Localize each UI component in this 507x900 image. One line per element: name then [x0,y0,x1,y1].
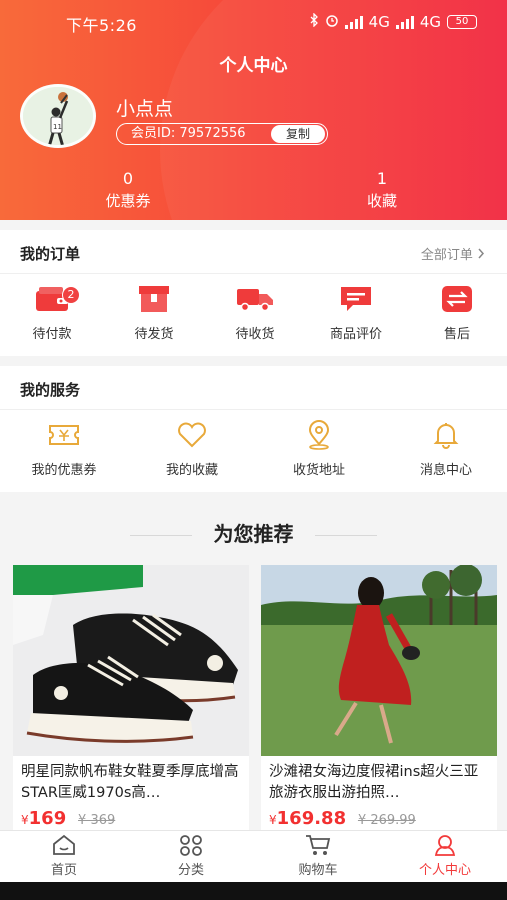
product-old-price: ¥ 369 [78,813,116,828]
package-icon [138,285,170,317]
location-icon [306,420,332,454]
product-image-sneakers[interactable] [13,565,249,756]
service-item-label: 消息中心 [419,463,472,478]
services-section: 我的服务 我的优惠券 我的收藏 收货地址 消息中心 [0,366,507,492]
product-card[interactable]: 明星同款帆布鞋女鞋夏季厚底增高STAR匡威1970s高… ¥169 ¥ 369 [13,565,249,835]
coupon-count: 0 [122,169,134,188]
favorites-label: 收藏 [366,192,397,210]
avatar[interactable]: 11 [20,84,96,148]
battery-icon: 50 [447,15,477,29]
coupon-label: 优惠券 [105,192,151,210]
product-price: 169.88 [276,808,347,829]
tab-label: 购物车 [298,863,338,878]
comment-icon [339,285,373,317]
order-pending-receipt[interactable]: 待收货 [205,284,305,342]
bluetooth-icon [310,12,319,31]
status-icons: 4G 4G 50 [310,12,477,31]
signal-icon [344,15,363,29]
product-old-price: ¥ 269.99 [357,813,416,828]
profile-icon [433,834,457,860]
profile-page: 下午5:26 4G 4G 50 个人中心 11 小点点 会员ID: 795725… [0,0,507,900]
pending-payment-badge: 2 [62,286,80,304]
product-image-dress[interactable] [261,565,497,756]
username: 小点点 [116,98,174,120]
product-card[interactable]: 沙滩裙女海边度假裙ins超火三亚旅游衣服出游拍照… ¥169.88 ¥ 269.… [261,565,497,835]
service-messages[interactable]: 消息中心 [396,420,496,478]
category-icon [179,834,203,860]
order-pending-shipment[interactable]: 待发货 [104,284,204,342]
exchange-icon [441,285,473,317]
status-bar: 下午5:26 4G 4G 50 [0,10,507,38]
price-currency: ¥ [21,813,29,827]
order-status-row: 2 待付款 待发货 待收货 商品评价 售后 [0,274,507,354]
network-label-1: 4G [368,13,390,31]
favorites-stat[interactable]: 1 收藏 [312,170,452,211]
home-icon [52,834,76,860]
service-item-label: 我的优惠券 [31,463,97,478]
order-item-label: 售后 [443,327,470,342]
order-after-sales[interactable]: 售后 [407,284,507,342]
page-title: 个人中心 [219,56,288,76]
tab-label: 分类 [177,863,204,878]
bell-icon [433,421,459,453]
order-pending-payment[interactable]: 2 待付款 [2,284,102,342]
member-id: 会员ID: 79572556 [131,126,246,141]
heart-icon [177,422,207,452]
cart-icon [305,834,331,860]
orders-title: 我的订单 [20,245,81,263]
tab-label: 个人中心 [418,863,471,878]
member-id-pill: 会员ID: 79572556 复制 [116,123,328,145]
tab-profile[interactable]: 个人中心 [395,835,495,878]
order-item-label: 待收货 [235,327,275,342]
chevron-right-icon [477,248,485,263]
tab-category[interactable]: 分类 [141,835,241,878]
network-label-2: 4G [419,13,441,31]
order-review[interactable]: 商品评价 [306,284,406,342]
service-item-label: 收货地址 [292,463,345,478]
service-address[interactable]: 收货地址 [269,420,369,478]
tab-cart[interactable]: 购物车 [268,835,368,878]
coupon-stat[interactable]: 0 优惠券 [58,170,198,211]
services-title: 我的服务 [20,381,81,399]
price-currency: ¥ [269,813,277,827]
order-item-label: 待付款 [32,327,72,342]
signal-icon-2 [395,15,414,29]
service-coupons[interactable]: 我的优惠券 [14,420,114,478]
divider-right [315,535,377,536]
alarm-icon [325,13,339,31]
product-name: 明星同款帆布鞋女鞋夏季厚底增高STAR匡威1970s高… [21,764,239,801]
orders-header: 我的订单 全部订单 [0,230,507,274]
all-orders-link[interactable]: 全部订单 [421,244,485,263]
recommend-title: 为您推荐 [213,522,294,546]
truck-icon [236,286,274,316]
product-price: 169 [28,808,67,829]
service-favorites[interactable]: 我的收藏 [142,420,242,478]
product-name: 沙滩裙女海边度假裙ins超火三亚旅游衣服出游拍照… [269,764,479,801]
system-nav-bar [0,882,507,900]
tab-label: 首页 [50,863,77,878]
favorites-count: 1 [376,169,388,188]
svg-text:11: 11 [53,123,62,131]
order-item-label: 待发货 [134,327,174,342]
bottom-tab-bar: 首页 分类 购物车 个人中心 [0,830,507,882]
services-header: 我的服务 [0,366,507,410]
service-item-label: 我的收藏 [165,463,218,478]
services-row: 我的优惠券 我的收藏 收货地址 消息中心 [0,410,507,490]
product-price-row: ¥169 ¥ 369 [13,804,249,833]
coupon-icon [48,424,80,450]
orders-section: 我的订单 全部订单 2 待付款 待发货 待收货 商品评价 售后 [0,230,507,356]
status-time: 下午5:26 [66,16,137,35]
order-item-label: 商品评价 [329,327,382,342]
copy-button[interactable]: 复制 [271,125,325,143]
all-orders-label: 全部订单 [420,248,473,263]
profile-header: 下午5:26 4G 4G 50 个人中心 11 小点点 会员ID: 795725… [0,0,507,220]
product-price-row: ¥169.88 ¥ 269.99 [261,804,497,833]
tab-home[interactable]: 首页 [14,834,114,878]
